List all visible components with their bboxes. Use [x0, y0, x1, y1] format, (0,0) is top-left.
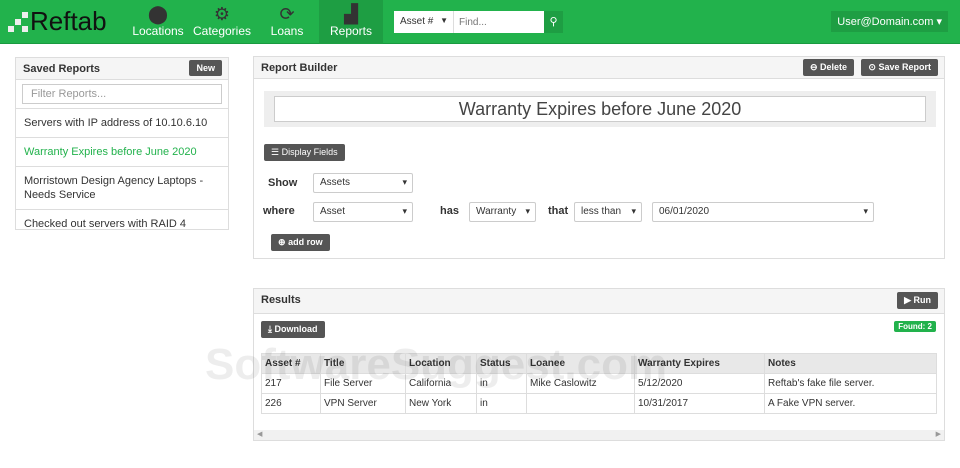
- filter-reports-input[interactable]: Filter Reports...: [22, 84, 222, 104]
- cell-location: New York: [405, 393, 477, 414]
- date-input[interactable]: 06/01/2020: [652, 202, 874, 222]
- user-menu[interactable]: User@Domain.com ▾: [831, 11, 948, 32]
- cell-notes: Reftab's fake file server.: [764, 373, 937, 394]
- table-row[interactable]: 217 File Server California in Mike Caslowitz…: [261, 373, 937, 394]
- cell-notes: A Fake VPN server.: [764, 393, 937, 414]
- save-report-button[interactable]: ⊙ Save Report: [861, 59, 938, 76]
- report-title-box: Warranty Expires before June 2020: [264, 91, 936, 127]
- results-table: Asset # Title Location Status Loanee War…: [261, 353, 937, 414]
- download-icon: ⤓: [268, 324, 272, 334]
- cell-asset: 226: [261, 393, 321, 414]
- where-select[interactable]: Asset: [313, 202, 413, 222]
- report-title-input[interactable]: Warranty Expires before June 2020: [274, 96, 926, 122]
- found-count-badge: Found: 2: [894, 321, 936, 332]
- search-button[interactable]: ⚲: [544, 11, 563, 33]
- user-label: User@Domain.com: [837, 16, 934, 28]
- column-header[interactable]: Asset #: [261, 353, 321, 374]
- search-bar: Asset # ▼ ⚲: [394, 11, 563, 33]
- saved-report-item[interactable]: Checked out servers with RAID 4: [16, 209, 228, 238]
- show-select[interactable]: Assets: [313, 173, 413, 193]
- nav-label: Locations: [132, 24, 184, 38]
- button-label: Display Fields: [281, 147, 338, 157]
- saved-report-item[interactable]: Morristown Design Agency Laptops - Needs…: [16, 166, 228, 209]
- nav-categories[interactable]: ⚙ Categories: [190, 0, 254, 44]
- gears-icon: ⚙: [213, 4, 231, 24]
- column-header[interactable]: Warranty Expires: [634, 353, 765, 374]
- panel-title: Results: [261, 294, 301, 306]
- panel-header: Saved Reports New: [16, 58, 228, 80]
- saved-report-item[interactable]: Servers with IP address of 10.10.6.10: [16, 108, 228, 137]
- select-value: Asset #: [400, 16, 434, 27]
- nav-locations[interactable]: ⬤ Locations: [130, 0, 186, 44]
- cell-location: California: [405, 373, 477, 394]
- button-label: add row: [288, 237, 323, 247]
- table-header-row: Asset # Title Location Status Loanee War…: [261, 353, 937, 374]
- download-button[interactable]: ⤓ Download: [261, 321, 325, 338]
- top-navbar: Reftab ⬤ Locations ⚙ Categories ⟳ Loans ▟ Re…: [0, 0, 960, 44]
- delete-button[interactable]: ⊖ Delete: [802, 59, 854, 76]
- panel-header: Report Builder ⊖ Delete ⊙ Save Report: [254, 57, 944, 79]
- delete-label: Delete: [819, 62, 847, 72]
- new-report-button[interactable]: New: [189, 60, 222, 76]
- where-label: where: [263, 205, 295, 217]
- report-builder-panel: Report Builder ⊖ Delete ⊙ Save Report Wa…: [253, 56, 945, 259]
- cell-title: File Server: [320, 373, 406, 394]
- search-input[interactable]: [454, 11, 544, 33]
- column-header[interactable]: Location: [405, 353, 477, 374]
- nav-label: Reports: [329, 24, 373, 38]
- panel-header: Results ▶ Run: [254, 289, 944, 314]
- search-field-select[interactable]: Asset # ▼: [394, 11, 454, 33]
- show-label: Show: [268, 177, 298, 189]
- has-label: has: [440, 205, 459, 217]
- cell-status: in: [476, 393, 527, 414]
- refresh-icon: ⟳: [279, 4, 295, 24]
- has-select[interactable]: Warranty: [469, 202, 536, 222]
- that-label: that: [548, 205, 569, 217]
- that-select[interactable]: less than: [574, 202, 642, 222]
- saved-reports-panel: Saved Reports New Filter Reports... Serve…: [15, 57, 229, 230]
- table-row[interactable]: 226 VPN Server New York in 10/31/2017 A Fake …: [261, 393, 937, 414]
- scroll-left-icon: ◀: [257, 431, 263, 438]
- caret-down-icon: ▼: [440, 16, 448, 25]
- scroll-right-icon: ▶: [935, 431, 941, 438]
- results-panel: Results ▶ Run ⤓ Download Found: 2 Asset …: [253, 288, 945, 441]
- run-label: Run: [913, 295, 932, 305]
- column-header[interactable]: Title: [320, 353, 406, 374]
- map-marker-icon: ⬤: [147, 4, 169, 24]
- cell-status: in: [476, 373, 527, 394]
- list-icon: ☰: [271, 147, 280, 157]
- nav-label: Loans: [270, 24, 304, 38]
- saved-report-item-active[interactable]: Warranty Expires before June 2020: [16, 137, 228, 166]
- reftab-logo[interactable]: Reftab: [8, 6, 107, 37]
- logo-text: Reftab: [30, 6, 107, 36]
- bar-chart-icon: ▟: [344, 4, 358, 24]
- cell-warranty: 10/31/2017: [634, 393, 765, 414]
- column-header[interactable]: Notes: [764, 353, 937, 374]
- cell-warranty: 5/12/2020: [634, 373, 765, 394]
- column-header[interactable]: Loanee: [526, 353, 635, 374]
- save-label: Save Report: [878, 62, 931, 72]
- nav-loans[interactable]: ⟳ Loans: [266, 0, 308, 44]
- add-row-button[interactable]: ⊕ add row: [271, 234, 330, 251]
- column-header[interactable]: Status: [476, 353, 527, 374]
- nav-label: Categories: [192, 24, 252, 38]
- display-fields-button[interactable]: ☰ Display Fields: [264, 144, 345, 161]
- search-icon: ⚲: [549, 16, 558, 28]
- cell-loanee: [526, 393, 635, 414]
- button-label: Download: [274, 324, 318, 334]
- cell-asset: 217: [261, 373, 321, 394]
- horizontal-scrollbar[interactable]: ◀ ▶: [254, 430, 944, 440]
- nav-reports[interactable]: ▟ Reports: [319, 0, 383, 44]
- cell-loanee: Mike Caslowitz: [526, 373, 635, 394]
- cell-title: VPN Server: [320, 393, 406, 414]
- panel-title: Saved Reports: [23, 63, 101, 75]
- run-button[interactable]: ▶ Run: [897, 292, 938, 309]
- panel-title: Report Builder: [261, 62, 338, 74]
- plus-circle-icon: ⊕: [278, 237, 286, 247]
